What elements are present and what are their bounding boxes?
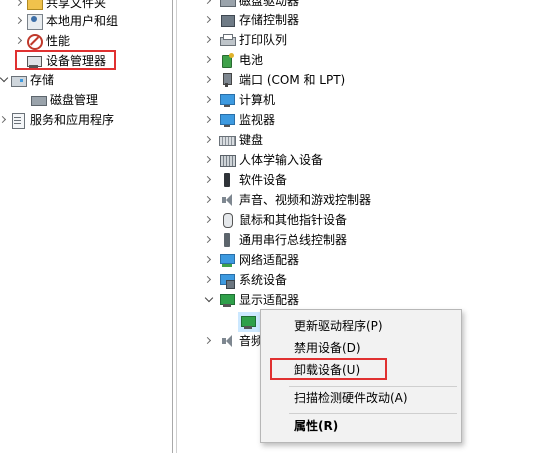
shared-folder-icon (26, 0, 43, 11)
device-category-label: 打印队列 (239, 33, 288, 47)
device-category-label: 显示适配器 (239, 293, 300, 307)
menu-item-update-driver[interactable]: 更新驱动程序(P) (261, 315, 461, 337)
chevron-right-icon[interactable] (203, 150, 215, 170)
disk-management-icon (30, 92, 47, 108)
chevron-right-icon[interactable] (14, 31, 26, 51)
device-category-label: 键盘 (239, 133, 264, 147)
storage-controller-icon (219, 12, 235, 28)
device-category-software-devices[interactable]: 软件设备 (203, 170, 287, 190)
tree-item-label: 服务和应用程序 (30, 113, 115, 127)
services-icon (10, 112, 26, 129)
usb-icon (219, 232, 235, 248)
tree-item-disk-management[interactable]: 磁盘管理 (30, 90, 98, 110)
chevron-down-icon[interactable] (0, 70, 10, 90)
computer-icon (219, 92, 235, 108)
highlight-box (15, 50, 116, 70)
port-icon (219, 72, 235, 88)
device-category-label: 鼠标和其他指针设备 (239, 213, 348, 227)
tree-item-performance[interactable]: 性能 (14, 31, 70, 51)
tree-item-local-users[interactable]: 本地用户和组 (14, 11, 118, 31)
storage-icon (10, 72, 27, 88)
audio-icon (219, 333, 235, 349)
users-icon (26, 13, 43, 30)
device-category-ports[interactable]: 端口 (COM 和 LPT) (203, 70, 345, 90)
device-category-hid[interactable]: 人体学输入设备 (203, 150, 323, 170)
device-category-label: 软件设备 (239, 173, 288, 187)
tree-item-label: 存储 (30, 73, 55, 87)
device-category-storage-controllers[interactable]: 存储控制器 (203, 10, 299, 30)
chevron-right-icon[interactable] (203, 90, 215, 110)
menu-item-disable-device[interactable]: 禁用设备(D) (261, 337, 461, 359)
device-category-label: 计算机 (239, 93, 276, 107)
device-category-label: 存储控制器 (239, 13, 300, 27)
device-category-usb[interactable]: 通用串行总线控制器 (203, 230, 347, 250)
system-device-icon (219, 272, 235, 289)
pane-divider[interactable] (172, 0, 173, 453)
hid-icon (219, 152, 236, 168)
device-category-label: 电池 (239, 53, 264, 67)
chevron-right-icon[interactable] (14, 11, 26, 31)
device-category-system-devices[interactable]: 系统设备 (203, 270, 287, 290)
chevron-right-icon[interactable] (203, 130, 215, 150)
menu-item-properties[interactable]: 属性(R) (261, 415, 461, 437)
device-category-audio-partial[interactable]: 音频 (203, 331, 263, 351)
tree-item-label: 性能 (46, 34, 71, 48)
tree-item-label: 磁盘管理 (50, 93, 99, 107)
monitor-icon (219, 112, 235, 128)
chevron-down-icon[interactable] (203, 290, 215, 310)
device-category-mice[interactable]: 鼠标和其他指针设备 (203, 210, 347, 230)
chevron-right-icon[interactable] (203, 230, 215, 250)
mouse-icon (219, 212, 235, 228)
battery-icon (219, 52, 235, 68)
disk-drive-icon (219, 0, 236, 9)
device-category-label: 系统设备 (239, 273, 288, 287)
pane-divider-shadow (176, 0, 177, 453)
device-category-batteries[interactable]: 电池 (203, 50, 263, 70)
menu-item-scan-hardware-changes[interactable]: 扫描检测硬件改动(A) (261, 387, 461, 409)
chevron-right-icon[interactable] (203, 10, 215, 30)
printer-icon (219, 32, 236, 48)
keyboard-icon (219, 132, 236, 148)
chevron-right-icon[interactable] (203, 170, 215, 190)
highlight-box-uninstall (270, 358, 387, 380)
console-tree: 共享文件夹 本地用户和组 性能 设备管理器 存储 磁盘管理 服务和应用程序 (0, 0, 172, 453)
chevron-right-icon[interactable] (203, 110, 215, 130)
chevron-right-icon[interactable] (203, 331, 215, 351)
device-category-sound[interactable]: 声音、视频和游戏控制器 (203, 190, 371, 210)
device-category-display-adapters[interactable]: 显示适配器 (203, 290, 299, 310)
chevron-right-icon[interactable] (203, 210, 215, 230)
device-category-label: 网络适配器 (239, 253, 300, 267)
chevron-right-icon[interactable] (203, 190, 215, 210)
sound-icon (219, 192, 235, 208)
menu-separator (289, 413, 457, 414)
tree-item-label: 本地用户和组 (46, 14, 119, 28)
chevron-right-icon[interactable] (203, 70, 215, 90)
device-category-computer[interactable]: 计算机 (203, 90, 275, 110)
performance-icon (26, 33, 43, 50)
display-adapter-device-selected[interactable] (238, 312, 260, 332)
display-device-icon (240, 314, 256, 330)
device-category-network-adapters[interactable]: 网络适配器 (203, 250, 299, 270)
tree-item-storage[interactable]: 存储 (0, 70, 54, 90)
device-category-label: 通用串行总线控制器 (239, 233, 348, 247)
network-adapter-icon (219, 252, 235, 268)
chevron-right-icon[interactable] (203, 50, 215, 70)
device-category-label: 人体学输入设备 (239, 153, 324, 167)
software-device-icon (219, 172, 235, 188)
device-category-label: 端口 (COM 和 LPT) (239, 73, 346, 87)
display-adapter-icon (219, 292, 235, 308)
device-category-label: 监视器 (239, 113, 276, 127)
chevron-right-icon[interactable] (203, 250, 215, 270)
chevron-right-icon[interactable] (203, 270, 215, 290)
tree-item-services[interactable]: 服务和应用程序 (0, 110, 114, 130)
device-manager-window: 共享文件夹 本地用户和组 性能 设备管理器 存储 磁盘管理 服务和应用程序 磁盘… (0, 0, 553, 453)
chevron-right-icon[interactable] (203, 30, 215, 50)
device-category-label: 声音、视频和游戏控制器 (239, 193, 372, 207)
chevron-right-icon[interactable] (0, 110, 10, 130)
device-category-keyboards[interactable]: 键盘 (203, 130, 263, 150)
device-category-print-queues[interactable]: 打印队列 (203, 30, 287, 50)
device-category-monitors[interactable]: 监视器 (203, 110, 275, 130)
